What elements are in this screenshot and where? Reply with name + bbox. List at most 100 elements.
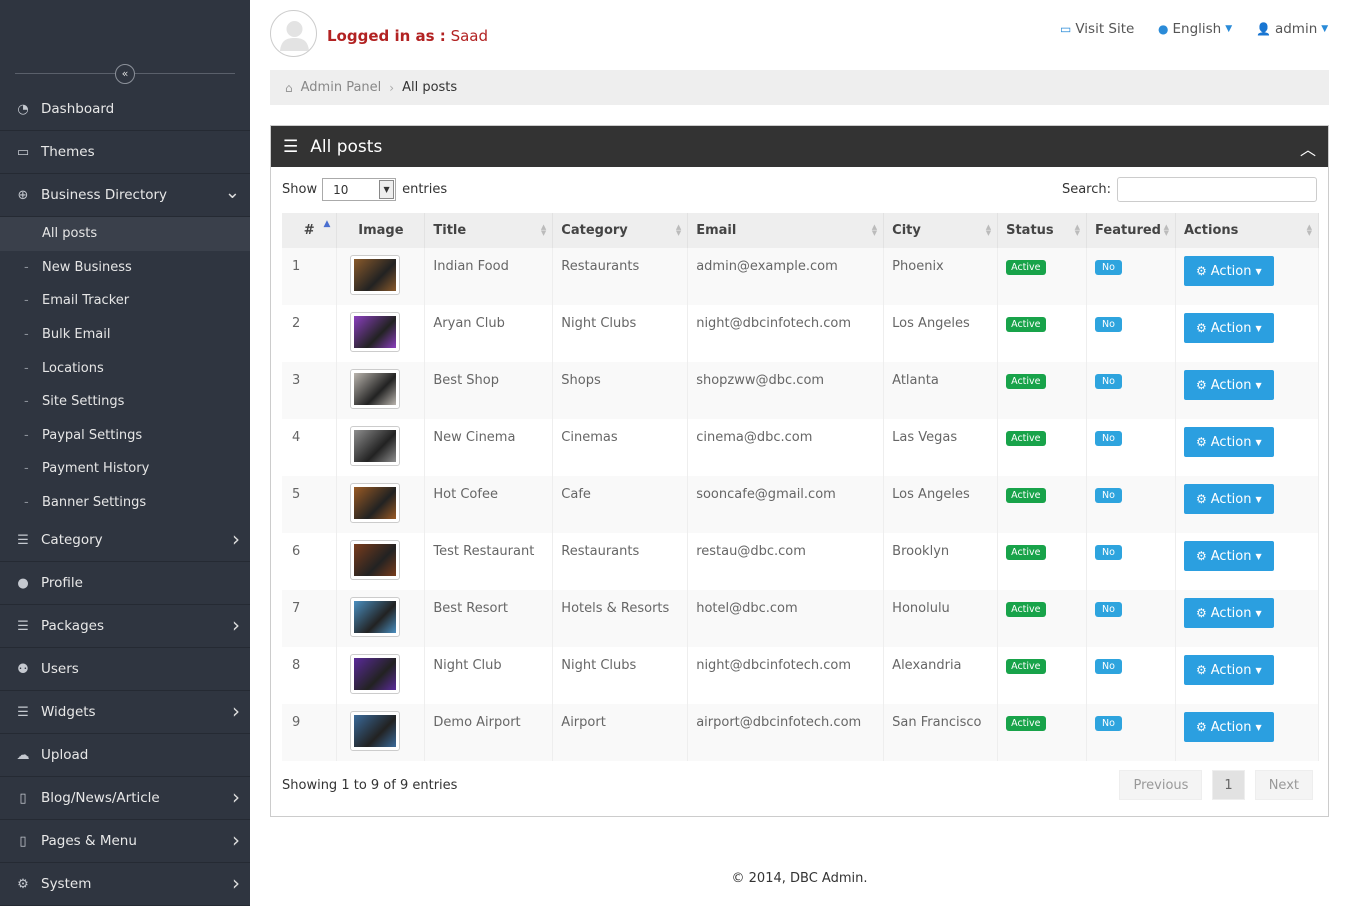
row-city: Atlanta: [883, 362, 999, 419]
row-category: Cinemas: [552, 419, 689, 476]
action-dropdown-button[interactable]: ⚙ Action ▼: [1184, 655, 1274, 685]
column-header-email[interactable]: Email ▲ ▼: [687, 213, 885, 248]
sidebar-item-upload[interactable]: ☁ Upload: [0, 734, 250, 778]
next-button[interactable]: Next: [1254, 770, 1313, 800]
sidebar-item-themes[interactable]: ▭ Themes: [0, 131, 250, 174]
sidebar-item-blog-news-article[interactable]: ▯ Blog/News/Article ›: [0, 777, 250, 821]
page-size-select[interactable]: 10 ▼: [322, 178, 397, 201]
action-dropdown-button[interactable]: ⚙ Action ▼: [1184, 598, 1274, 628]
row-email: sooncafe@gmail.com: [687, 476, 885, 533]
column-header-featured[interactable]: Featured ▲ ▼: [1086, 213, 1176, 248]
sidebar-subitem-bulk-email[interactable]: - Bulk Email: [0, 318, 250, 352]
column-header-city[interactable]: City ▲ ▼: [883, 213, 999, 248]
caret-down-icon: ▼: [1255, 494, 1262, 504]
row-status-cell: Active: [997, 248, 1088, 305]
chevron-up-icon[interactable]: ︿: [1300, 136, 1316, 160]
row-city: Honolulu: [883, 590, 999, 647]
row-number: 1: [282, 248, 338, 305]
sidebar-item-users[interactable]: ⚉ Users: [0, 648, 250, 692]
post-thumbnail[interactable]: [350, 540, 401, 580]
row-status-cell: Active: [997, 647, 1088, 704]
visit-site-link[interactable]: ▭ Visit Site: [1060, 21, 1134, 37]
home-icon[interactable]: ⌂: [285, 81, 293, 95]
action-dropdown-button[interactable]: ⚙ Action ▼: [1184, 427, 1274, 457]
sidebar-item-dashboard[interactable]: ◔ Dashboard: [0, 88, 250, 131]
account-dropdown[interactable]: 👤 admin ▼: [1256, 21, 1328, 37]
search-input[interactable]: [1117, 177, 1317, 202]
action-dropdown-button[interactable]: ⚙ Action ▼: [1184, 484, 1274, 514]
post-thumbnail[interactable]: [350, 711, 401, 751]
column-header-image[interactable]: Image: [336, 213, 426, 248]
sidebar-item-label: Profile: [41, 575, 83, 592]
plus-circle-icon: ⊕: [17, 187, 29, 203]
sidebar-item-profile[interactable]: ● Profile: [0, 562, 250, 606]
row-featured-cell: No: [1086, 362, 1176, 419]
sidebar-subitem-all-posts[interactable]: All posts: [0, 217, 250, 251]
select-arrow-icon[interactable]: ▼: [379, 180, 395, 199]
column-header-label: #: [303, 223, 315, 238]
sidebar-item-system[interactable]: ⚙ System ›: [0, 863, 250, 907]
column-header-title[interactable]: Title ▲ ▼: [424, 213, 554, 248]
caret-down-icon: ▼: [1255, 266, 1262, 276]
sidebar-subitem-site-settings[interactable]: - Site Settings: [0, 385, 250, 419]
sidebar-item-category[interactable]: ☰ Category ›: [0, 519, 250, 563]
table-header-row: # ▲ Image Title ▲ ▼ Category ▲ ▼ Email ▲ ▼ City ▲ ▼ Sta…: [282, 213, 1319, 248]
column-header-status[interactable]: Status ▲ ▼: [997, 213, 1088, 248]
avatar[interactable]: [270, 10, 317, 57]
dash-icon: -: [24, 327, 29, 343]
action-dropdown-button[interactable]: ⚙ Action ▼: [1184, 256, 1274, 286]
sidebar-subitem-locations[interactable]: - Locations: [0, 351, 250, 385]
sidebar-subitem-email-tracker[interactable]: - Email Tracker: [0, 284, 250, 318]
row-actions-cell: ⚙ Action ▼: [1175, 362, 1319, 419]
row-image-cell: [336, 533, 426, 590]
action-dropdown-button[interactable]: ⚙ Action ▼: [1184, 370, 1274, 400]
sort-icon: ▲ ▼: [1074, 223, 1081, 237]
sidebar-item-widgets[interactable]: ☰ Widgets ›: [0, 691, 250, 735]
caret-down-icon: ▼: [1321, 24, 1329, 34]
caret-down-icon: ▼: [1225, 24, 1233, 34]
action-label: Action: [1210, 605, 1252, 621]
post-thumbnail[interactable]: [350, 255, 401, 295]
sidebar-subitem-new-business[interactable]: - New Business: [0, 251, 250, 285]
action-dropdown-button[interactable]: ⚙ Action ▼: [1184, 712, 1274, 742]
column-header-category[interactable]: Category ▲ ▼: [552, 213, 689, 248]
column-header-number[interactable]: # ▲: [282, 213, 338, 248]
row-number: 7: [282, 590, 338, 647]
sidebar-subitem-payment-history[interactable]: - Payment History: [0, 452, 250, 486]
post-thumbnail[interactable]: [350, 312, 401, 352]
sidebar-item-packages[interactable]: ☰ Packages ›: [0, 605, 250, 649]
row-featured-cell: No: [1086, 647, 1176, 704]
laptop-icon: ▭: [1060, 22, 1072, 36]
post-thumbnail[interactable]: [350, 483, 401, 523]
sidebar-item-label: Upload: [41, 747, 89, 764]
featured-badge: No: [1095, 431, 1122, 446]
sidebar-subitem-label: Payment History: [42, 461, 150, 477]
post-thumbnail[interactable]: [350, 597, 401, 637]
double-chevron-left-icon[interactable]: «: [115, 64, 135, 84]
column-header-actions[interactable]: Actions ▲ ▼: [1175, 213, 1319, 248]
previous-button[interactable]: Previous: [1119, 770, 1203, 800]
status-badge: Active: [1006, 659, 1046, 674]
gear-icon: ⚙: [1196, 264, 1207, 278]
sidebar-subitem-paypal-settings[interactable]: - Paypal Settings: [0, 419, 250, 453]
sidebar-item-pages-menu[interactable]: ▯ Pages & Menu ›: [0, 820, 250, 864]
row-status-cell: Active: [997, 362, 1088, 419]
page-1-button[interactable]: 1: [1212, 770, 1245, 800]
post-thumbnail[interactable]: [350, 654, 401, 694]
caret-down-icon: ▼: [1255, 380, 1262, 390]
sidebar-subitem-banner-settings[interactable]: - Banner Settings: [0, 486, 250, 520]
language-dropdown[interactable]: ● English ▼: [1158, 21, 1232, 37]
action-dropdown-button[interactable]: ⚙ Action ▼: [1184, 313, 1274, 343]
gear-icon: ⚙: [1196, 720, 1207, 734]
search-control: Search:: [1062, 177, 1317, 202]
featured-badge: No: [1095, 602, 1122, 617]
action-dropdown-button[interactable]: ⚙ Action ▼: [1184, 541, 1274, 571]
post-thumbnail[interactable]: [350, 426, 401, 466]
breadcrumb-root[interactable]: Admin Panel: [301, 80, 382, 95]
show-label: Show: [282, 182, 318, 197]
sort-ascending-icon: ▲: [323, 219, 331, 229]
showing-info: Showing 1 to 9 of 9 entries: [282, 778, 458, 793]
monitor-icon: ▭: [16, 144, 30, 160]
post-thumbnail[interactable]: [350, 369, 401, 409]
sidebar-item-business-directory[interactable]: ⊕ Business Directory ⌄: [0, 174, 250, 217]
